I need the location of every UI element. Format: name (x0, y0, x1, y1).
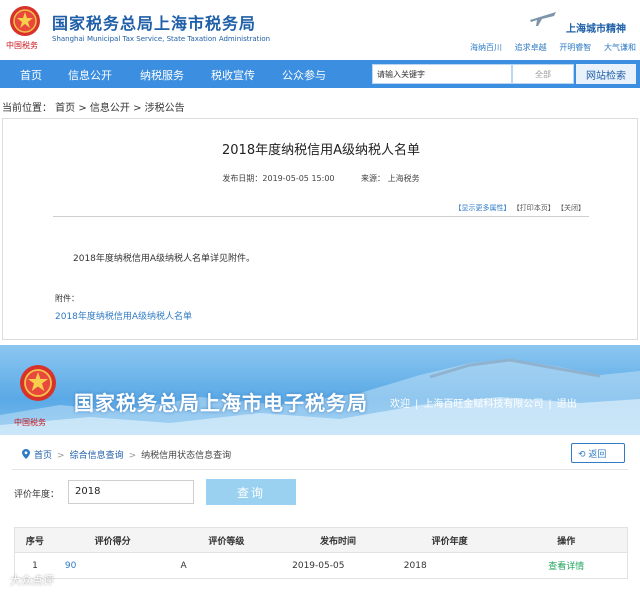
show-more-attributes-link[interactable]: 【显示更多属性】 (455, 204, 511, 212)
seal-text: 中国税务 (6, 41, 38, 50)
site-subtitle: Shanghai Municipal Tax Service, State Ta… (52, 35, 271, 43)
article-title: 2018年度纳税信用A级纳税人名单 (222, 143, 420, 158)
welcome-text: 欢迎 (390, 399, 410, 410)
plane-icon (530, 12, 556, 26)
col-header-year: 评价年度 (431, 536, 468, 547)
search-scope-select[interactable]: 全部 (512, 64, 574, 84)
year-label: 评价年度： (14, 490, 60, 500)
tax-bureau-article-page: 中国税务 国家税务总局上海市税务局 Shanghai Municipal Tax… (0, 0, 640, 345)
cell-year: 2018 (403, 560, 427, 571)
cell-grade: A (180, 560, 187, 571)
breadcrumb-home[interactable]: 首页 (34, 451, 52, 461)
breadcrumb: 当前位置： 首页 > 信息公开 > 涉税公告 (2, 103, 185, 114)
company-name: 上海百旺金赋科技有限公司 (423, 399, 544, 410)
divider (53, 216, 589, 217)
col-header-publish-time: 发布时间 (319, 536, 356, 547)
etax-banner: 中国税务 国家税务总局上海市电子税务局 欢迎 | 上海百旺金赋科技有限公司 | 退出 (0, 345, 640, 435)
col-header-action: 操作 (557, 536, 576, 547)
col-header-score: 评价得分 (94, 536, 131, 547)
article-tools: 【显示更多属性】 【打印本页】 【关闭】 (455, 203, 585, 213)
seal-text: 中国税务 (14, 418, 46, 427)
nav-item-public-participation[interactable]: 公众参与 (282, 67, 326, 83)
article-source: 来源： 上海税务 (361, 174, 420, 183)
etax-query-page: 中国税务 国家税务总局上海市电子税务局 欢迎 | 上海百旺金赋科技有限公司 | 退出 首… (0, 345, 640, 594)
print-page-link[interactable]: 【打印本页】 (513, 204, 555, 212)
site-search-button[interactable]: 网站检索 (576, 64, 636, 84)
city-mottos: 海纳百川 追求卓越 开明睿智 大气谦和 (470, 42, 636, 53)
article-meta: 发布日期：2019-05-05 15:00 来源： 上海税务 (3, 173, 639, 184)
attachment-label: 附件： (55, 294, 79, 303)
attachment-link[interactable]: 2018年度纳税信用A级纳税人名单 (55, 309, 192, 322)
motto: 海纳百川 (470, 43, 502, 52)
cell-score[interactable]: 90 (55, 561, 171, 571)
breadcrumb-info-query[interactable]: 综合信息查询 (70, 451, 124, 461)
nav-item-info-disclosure[interactable]: 信息公开 (68, 67, 112, 83)
user-bar: 欢迎 | 上海百旺金赋科技有限公司 | 退出 (390, 399, 577, 410)
divider (12, 469, 628, 470)
cell-index: 1 (32, 560, 38, 571)
cell-publish-time: 2019-05-05 (292, 560, 345, 571)
year-input[interactable]: 2018 (68, 480, 194, 504)
motto: 大气谦和 (603, 43, 636, 52)
col-header-grade: 评价等级 (208, 536, 245, 547)
back-label: 返回 (588, 450, 607, 460)
nav-item-home[interactable]: 首页 (20, 67, 42, 83)
motto: 开明睿智 (559, 43, 592, 52)
table-header-row: 序号 评价得分 评价等级 发布时间 评价年度 操作 (15, 528, 627, 553)
site-header: 中国税务 国家税务总局上海市税务局 Shanghai Municipal Tax… (0, 0, 640, 58)
motto: 追求卓越 (514, 43, 547, 52)
search-input[interactable]: 请输入关键字 (372, 64, 512, 84)
main-nav: 首页 信息公开 纳税服务 税收宣传 公众参与 请输入关键字 全部 网站检索 (0, 60, 640, 88)
col-header-index: 序号 (25, 536, 44, 547)
nav-item-tax-promotion[interactable]: 税收宣传 (211, 67, 255, 83)
watermark: 大众点评 (10, 574, 54, 587)
breadcrumb-current: 纳税信用状态信息查询 (141, 451, 232, 461)
back-button[interactable]: ⟲ 返回 (571, 443, 625, 463)
article-panel: 2018年度纳税信用A级纳税人名单 发布日期：2019-05-05 15:00 … (2, 118, 638, 340)
back-arrow-icon: ⟲ (578, 450, 589, 460)
etax-title: 国家税务总局上海市电子税务局 (74, 391, 368, 415)
location-pin-icon (22, 449, 30, 459)
results-table: 序号 评价得分 评价等级 发布时间 评价年度 操作 1 90 A 2019-05… (14, 527, 628, 579)
national-emblem-icon (10, 6, 40, 36)
nav-item-tax-service[interactable]: 纳税服务 (140, 67, 184, 83)
city-spirit-title: 上海城市精神 (566, 24, 626, 35)
query-button[interactable]: 查询 (206, 479, 296, 505)
view-details-link[interactable]: 查看详情 (505, 559, 627, 572)
national-emblem-icon (20, 365, 56, 401)
publish-date: 发布日期：2019-05-05 15:00 (222, 174, 335, 183)
close-link[interactable]: 【关闭】 (557, 204, 585, 212)
site-title[interactable]: 国家税务总局上海市税务局 (52, 10, 256, 34)
article-body: 2018年度纳税信用A级纳税人名单详见附件。 (73, 254, 256, 264)
logout-link[interactable]: 退出 (557, 399, 577, 410)
breadcrumb: 首页 > 综合信息查询 > 纳税信用状态信息查询 (22, 448, 231, 461)
table-row: 1 90 A 2019-05-05 2018 查看详情 (15, 553, 627, 578)
